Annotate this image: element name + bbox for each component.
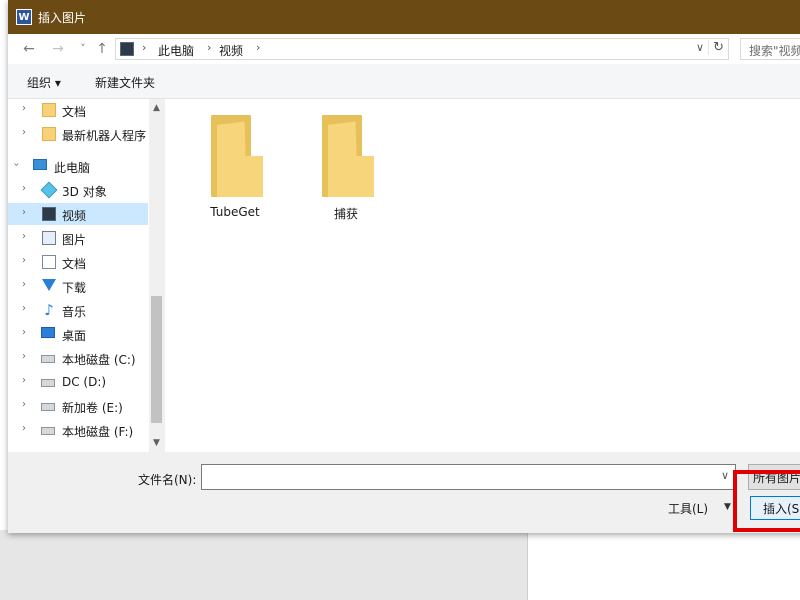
scroll-up-arrow-icon[interactable]: ▲ <box>149 103 164 113</box>
organize-button[interactable]: 组织 ▾ <box>27 74 61 91</box>
refresh-icon[interactable]: ↻ <box>708 40 724 55</box>
documents-icon <box>42 255 56 269</box>
chevron-right-icon[interactable]: › <box>22 207 26 218</box>
pictures-icon <box>42 231 56 245</box>
background-document-area <box>0 530 527 600</box>
folder-item-capture[interactable]: 捕获 <box>306 115 386 225</box>
sidebar-item-drive-e[interactable]: › 新加卷 (E:) <box>8 395 148 417</box>
up-arrow-icon[interactable]: ↑ <box>93 40 111 58</box>
scroll-down-arrow-icon[interactable]: ▼ <box>149 438 164 448</box>
chevron-right-icon[interactable]: › <box>22 423 26 434</box>
address-bar[interactable]: › 此电脑 › 视频 › ∨ ↻ <box>115 38 729 60</box>
sidebar-item-pictures[interactable]: › 图片 <box>8 227 148 249</box>
sidebar-item-label: 音乐 <box>62 305 87 319</box>
desktop-icon <box>41 327 55 338</box>
chevron-down-icon[interactable]: ∨ <box>721 469 729 482</box>
sidebar-item-label: 文档 <box>62 105 87 119</box>
chevron-down-icon[interactable]: › <box>11 163 22 167</box>
chevron-right-icon[interactable]: › <box>22 127 26 138</box>
chevron-right-icon[interactable]: › <box>22 279 26 290</box>
folder-icon <box>322 115 374 197</box>
tools-dropdown-icon[interactable]: ▼ <box>724 502 731 512</box>
navigation-pane: › 文档 › 最新机器人程序 › 此电脑 › 3D 对象 › 视频 › 图片 ›… <box>8 99 164 452</box>
sidebar-item-drive-f[interactable]: › 本地磁盘 (F:) <box>8 419 148 441</box>
chevron-right-icon[interactable]: › <box>22 303 26 314</box>
address-row: ← → ˅ ↑ › 此电脑 › 视频 › ∨ ↻ 搜索"视频" <box>8 34 800 64</box>
system-drive-icon <box>41 355 55 363</box>
sidebar-item-drive-d[interactable]: › DC (D:) <box>8 371 148 393</box>
tools-button[interactable]: 工具(L) <box>668 500 708 517</box>
sidebar-item-downloads[interactable]: › 下载 <box>8 275 148 297</box>
search-input[interactable]: 搜索"视频" <box>740 38 800 60</box>
file-type-filter-select[interactable]: 所有图片 <box>748 464 800 490</box>
folder-icon <box>211 115 263 197</box>
word-app-icon: W <box>16 9 32 25</box>
folder-item-tubeget[interactable]: TubeGet <box>195 115 275 225</box>
folder-name: 捕获 <box>333 207 358 221</box>
insert-picture-dialog: W 插入图片 ← → ˅ ↑ › 此电脑 › 视频 › ∨ ↻ 搜索"视频" 组… <box>8 0 800 533</box>
chevron-right-icon[interactable]: › <box>22 231 26 242</box>
sidebar-item-label: 新加卷 (E:) <box>62 401 123 415</box>
drive-icon <box>41 403 55 411</box>
sidebar-item-label: 文档 <box>62 257 87 271</box>
chevron-right-icon[interactable]: › <box>22 183 26 194</box>
sidebar-item-label: 下载 <box>62 281 87 295</box>
sidebar-item-label: 视频 <box>62 209 87 223</box>
folder-icon <box>42 103 56 117</box>
sidebar-item-documents-quick[interactable]: › 文档 <box>8 99 148 121</box>
sidebar-item-drive-c[interactable]: › 本地磁盘 (C:) <box>8 347 148 369</box>
sidebar-item-label: 此电脑 <box>54 161 91 175</box>
sidebar-item-this-pc[interactable]: › 此电脑 <box>8 155 148 177</box>
sidebar-item-3d-objects[interactable]: › 3D 对象 <box>8 179 148 201</box>
scrollbar-thumb[interactable] <box>151 296 162 423</box>
chevron-right-icon[interactable]: › <box>22 351 26 362</box>
videos-location-icon <box>120 42 134 56</box>
sidebar-item-label: 图片 <box>62 233 87 247</box>
sidebar-item-label: 本地磁盘 (F:) <box>62 425 134 439</box>
chevron-right-icon[interactable]: › <box>256 41 260 54</box>
chevron-right-icon[interactable]: › <box>22 103 26 114</box>
downloads-icon <box>42 279 56 291</box>
back-arrow-icon[interactable]: ← <box>20 40 38 58</box>
breadcrumb-videos[interactable]: 视频 <box>219 42 243 59</box>
sidebar-item-desktop[interactable]: › 桌面 <box>8 323 148 345</box>
address-dropdown-icon[interactable]: ∨ <box>696 41 704 54</box>
computer-icon <box>33 159 47 170</box>
filename-label: 文件名(N): <box>138 473 197 487</box>
folder-icon <box>42 127 56 141</box>
sidebar-item-label: 最新机器人程序 <box>62 129 147 143</box>
background-page <box>527 530 800 600</box>
insert-button[interactable]: 插入(S) <box>750 496 800 520</box>
videos-icon <box>42 207 56 221</box>
drive-icon <box>41 427 55 435</box>
dialog-title: 插入图片 <box>38 11 87 25</box>
chevron-right-icon[interactable]: › <box>22 327 26 338</box>
title-bar[interactable]: W 插入图片 <box>8 0 800 34</box>
breadcrumb-this-pc[interactable]: 此电脑 <box>158 42 194 59</box>
sidebar-item-label: 本地磁盘 (C:) <box>62 353 136 367</box>
new-folder-button[interactable]: 新建文件夹 <box>95 74 155 91</box>
chevron-right-icon[interactable]: › <box>142 41 146 54</box>
chevron-right-icon[interactable]: › <box>22 375 26 386</box>
sidebar-item-documents[interactable]: › 文档 <box>8 251 148 273</box>
music-icon: ♪ <box>44 301 54 319</box>
sidebar-item-label: 3D 对象 <box>62 185 107 199</box>
3d-objects-icon <box>40 181 58 199</box>
chevron-right-icon[interactable]: › <box>207 41 211 54</box>
sidebar-item-label: 桌面 <box>62 329 87 343</box>
dialog-footer: 文件名(N): ∨ 所有图片 工具(L) ▼ 插入(S) <box>8 452 800 533</box>
sidebar-item-label: DC (D:) <box>62 375 107 389</box>
command-toolbar: 组织 ▾ 新建文件夹 <box>8 64 800 99</box>
filename-input[interactable]: ∨ <box>201 464 736 490</box>
sidebar-item-videos[interactable]: › 视频 <box>8 203 148 225</box>
folder-name: TubeGet <box>210 205 260 219</box>
drive-icon <box>41 379 55 387</box>
sidebar-item-music[interactable]: › ♪ 音乐 <box>8 299 148 321</box>
forward-arrow-icon[interactable]: → <box>49 40 67 58</box>
sidebar-item-latest-robot[interactable]: › 最新机器人程序 <box>8 123 148 145</box>
file-list-area: TubeGet 捕获 <box>165 99 800 452</box>
chevron-right-icon[interactable]: › <box>22 255 26 266</box>
recent-locations-chevron-icon[interactable]: ˅ <box>74 40 92 58</box>
chevron-right-icon[interactable]: › <box>22 399 26 410</box>
